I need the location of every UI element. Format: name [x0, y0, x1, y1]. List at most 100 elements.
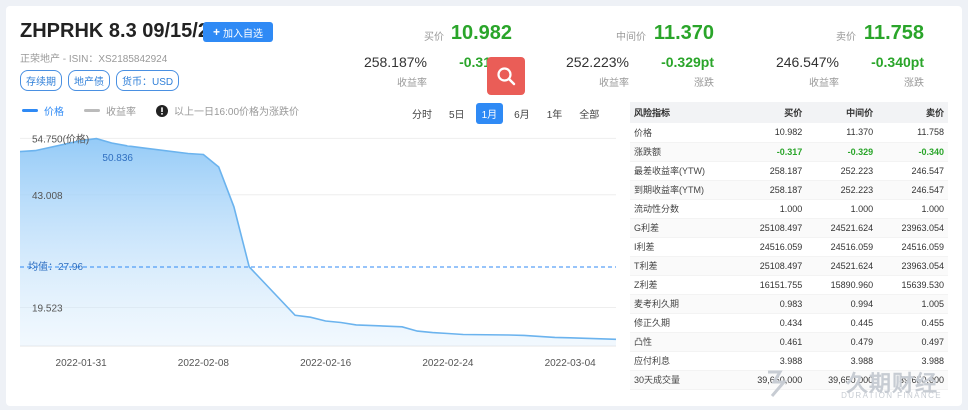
mid-change-label: 涨跌: [694, 78, 714, 89]
risk-metric-value: 0.497: [877, 332, 948, 352]
risk-metric-value: 10.982: [735, 123, 807, 143]
risk-header-cell: 买价: [735, 102, 807, 123]
ask-yield: 246.547%: [775, 54, 839, 70]
search-button[interactable]: [487, 57, 525, 95]
risk-metrics-table: 风险指标 买价 中间价 卖价 价格 10.982 11.370 11.758 涨跌额 -0.31…: [630, 102, 948, 390]
risk-metric-name: 修正久期: [630, 313, 736, 333]
risk-header-cell: 卖价: [877, 102, 948, 123]
risk-metric-name: 应付利息: [630, 351, 736, 371]
risk-metric-name: G利差: [630, 218, 736, 238]
x-tick-label: 2022-02-08: [178, 358, 230, 369]
tag-currency[interactable]: 货币：USD: [116, 70, 180, 91]
risk-metric-name: 流动性分数: [630, 199, 736, 219]
risk-metric-value: 0.445: [806, 313, 878, 333]
risk-metric-value: -0.317: [735, 142, 807, 162]
add-to-watchlist-button[interactable]: + 加入自选: [203, 22, 273, 42]
risk-metric-value: 24516.059: [735, 237, 807, 257]
risk-metric-value: 25108.497: [735, 256, 807, 276]
risk-metric-value: 1.000: [877, 199, 948, 219]
ask-quote: 卖价 11.758 246.547% 收益率 -0.340pt 涨跌: [774, 18, 942, 89]
brand-logo-icon: [768, 370, 788, 397]
x-tick-label: 2022-02-24: [422, 358, 474, 369]
range-1y[interactable]: 1年: [541, 103, 569, 124]
range-intraday[interactable]: 分时: [406, 103, 438, 124]
add-to-watchlist-label: 加入自选: [223, 28, 263, 40]
legend-yield[interactable]: 收益率: [84, 103, 136, 118]
legend-price[interactable]: 价格: [22, 103, 64, 118]
risk-metric-value: 24516.059: [877, 237, 948, 257]
table-row: 到期收益率(YTM) 258.187 252.223 246.547: [630, 180, 948, 200]
range-6m[interactable]: 6月: [508, 103, 536, 124]
risk-metric-value: 15890.960: [806, 275, 878, 295]
price-area-chart[interactable]: 均值：27.96 50.836 54.750(价格) 43.008 19.523 2…: [20, 124, 620, 374]
legend-price-label: 价格: [44, 107, 64, 118]
risk-metric-name: 凸性: [630, 332, 736, 352]
risk-metric-value: 1.000: [735, 199, 807, 219]
mid-price: 11.370: [653, 22, 714, 44]
table-row: 凸性 0.461 0.479 0.497: [630, 332, 948, 352]
risk-metric-value: 24521.624: [806, 218, 878, 238]
time-range-tabs: 分时 5日 1月 6月 1年 全部: [406, 103, 605, 124]
risk-metric-name: Z利差: [630, 275, 736, 295]
table-row: 价格 10.982 11.370 11.758: [630, 123, 948, 143]
bond-tags: 存续期 地产债 货币：USD: [20, 70, 180, 91]
risk-metric-value: 252.223: [806, 180, 878, 200]
risk-metric-value: 24516.059: [806, 237, 878, 257]
x-tick-label: 2022-02-16: [300, 358, 352, 369]
risk-metric-name: 麦考利久期: [630, 294, 736, 314]
yield-swatch: [84, 109, 100, 112]
range-all[interactable]: 全部: [573, 103, 605, 124]
risk-metric-value: 0.994: [806, 294, 878, 314]
mid-label: 中间价: [616, 32, 646, 43]
legend-note: 以上一日16:00价格为涨跌价: [156, 103, 299, 118]
brand-watermark: 久期财经 DURATION FINANCE: [764, 366, 954, 400]
average-label: 均值：27.96: [28, 260, 83, 273]
risk-metric-value: 23963.054: [877, 256, 948, 276]
issuer-isin: 正荣地产 - ISIN：XS2185842924: [20, 54, 168, 65]
bid-yield: 258.187%: [363, 54, 427, 70]
table-row: 麦考利久期 0.983 0.994 1.005: [630, 294, 948, 314]
risk-metric-value: 0.983: [735, 294, 807, 314]
range-1m[interactable]: 1月: [475, 103, 504, 124]
bond-ticker: ZHPRHK 8.3 09/15/23: [20, 20, 221, 42]
risk-metric-value: 246.547: [877, 180, 948, 200]
risk-metric-value: 0.434: [735, 313, 807, 333]
y-tick-label: 54.750(价格): [32, 132, 89, 145]
mid-yield-label: 收益率: [599, 78, 629, 89]
y-tick-label: 43.008: [32, 191, 63, 202]
bid-price: 10.982: [450, 22, 512, 44]
ask-change-label: 涨跌: [904, 78, 924, 89]
tag-sector[interactable]: 地产债: [68, 70, 110, 91]
risk-metric-value: 0.479: [806, 332, 878, 352]
risk-metric-name: 最差收益率(YTW): [630, 161, 736, 181]
table-row: T利差 25108.497 24521.624 23963.054: [630, 256, 948, 276]
mid-yield: 252.223%: [565, 54, 629, 70]
risk-metric-value: 23963.054: [877, 218, 948, 238]
bid-label: 买价: [424, 32, 444, 43]
bid-yield-label: 收益率: [397, 78, 427, 89]
risk-metric-value: 1.000: [806, 199, 878, 219]
risk-metric-name: 到期收益率(YTM): [630, 180, 736, 200]
range-5d[interactable]: 5日: [443, 103, 471, 124]
price-area-fill: [20, 138, 616, 346]
table-row: 修正久期 0.434 0.445 0.455: [630, 313, 948, 333]
risk-metric-name: 30天成交量: [630, 370, 736, 390]
table-row: 流动性分数 1.000 1.000 1.000: [630, 199, 948, 219]
risk-header-cell: 中间价: [806, 102, 878, 123]
mid-change: -0.329pt: [661, 54, 714, 70]
search-icon: [497, 67, 516, 86]
risk-metric-value: -0.329: [806, 142, 878, 162]
risk-metric-value: 25108.497: [735, 218, 807, 238]
ask-label: 卖价: [836, 32, 856, 43]
risk-metric-value: -0.340: [877, 142, 948, 162]
risk-metric-name: I利差: [630, 237, 736, 257]
price-swatch: [22, 109, 38, 112]
risk-metric-value: 11.758: [877, 123, 948, 143]
risk-metric-value: 16151.755: [735, 275, 807, 295]
risk-metric-name: 涨跌额: [630, 142, 736, 162]
tag-status[interactable]: 存续期: [20, 70, 62, 91]
risk-metric-value: 0.455: [877, 313, 948, 333]
risk-metric-value: 258.187: [735, 180, 807, 200]
plus-icon: +: [212, 25, 220, 39]
risk-header-cell: 风险指标: [630, 102, 736, 123]
